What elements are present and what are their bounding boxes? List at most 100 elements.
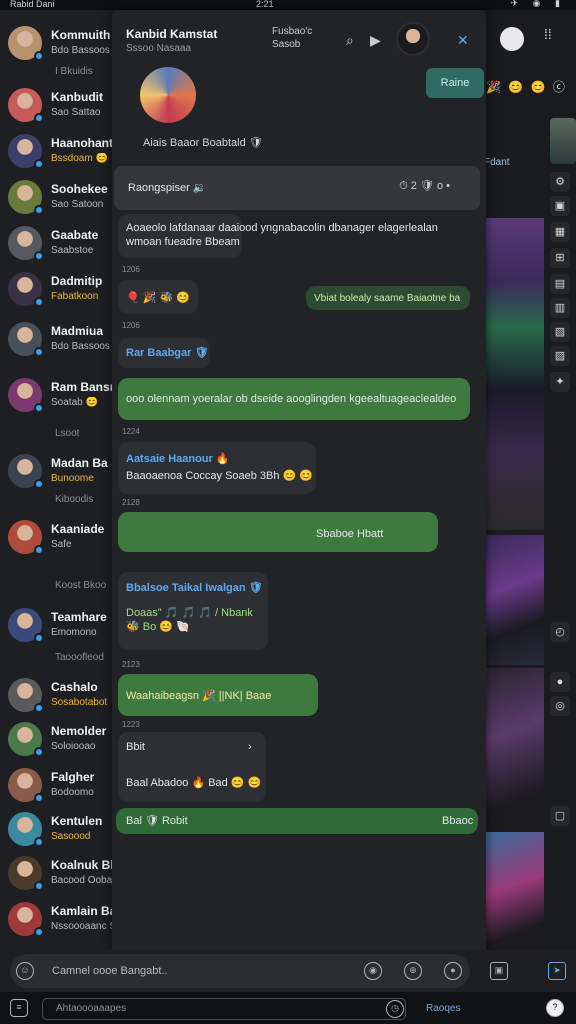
online-badge-icon	[34, 479, 44, 489]
avatar	[8, 88, 44, 123]
side-frame-icon[interactable]: ▨	[550, 346, 570, 366]
close-icon[interactable]: ✕	[457, 32, 469, 49]
chevron-right-icon[interactable]: ›	[248, 740, 252, 754]
header-avatar[interactable]	[396, 22, 430, 56]
status-carrier: Rabid Dani	[10, 0, 55, 9]
menu-icon[interactable]: ≡	[10, 999, 28, 1017]
section-label: Koost Bkoo	[55, 580, 107, 591]
chat-preview: Soloiooao	[51, 741, 96, 752]
message-time: 1223	[122, 720, 140, 729]
chat-list-item[interactable]: Kommuith Bdo Bassoos	[0, 22, 118, 66]
chat-list-item[interactable]: Kanbudit Sao Sattao	[0, 84, 118, 128]
chat-list-item[interactable]: Falgher Bodoomo	[0, 764, 118, 808]
chat-list-item[interactable]: Dadmitip Fabatkoon	[0, 268, 118, 312]
message-extra: Bbaoc	[442, 815, 474, 827]
help-icon[interactable]: ?	[546, 999, 564, 1017]
section-label: Kiboodis	[55, 494, 94, 505]
avatar	[8, 134, 44, 169]
side-picture-icon[interactable]: ▤	[550, 274, 570, 294]
message-text: Baaoaenoa Coccay Soaeb 3Bh 😊 😊	[126, 470, 314, 482]
section-label: Taooofleod	[55, 652, 104, 663]
attach-icon[interactable]: ⊕	[404, 962, 422, 980]
chat-preview: Bacood Oobabo	[51, 875, 118, 886]
avatar	[8, 520, 44, 555]
online-badge-icon	[34, 51, 44, 61]
chat-list-item[interactable]: Kamlain Banbinoos Nssoooaanc Sseoao Dtata…	[0, 898, 118, 942]
emoji-icon[interactable]: ☺	[16, 962, 34, 980]
message-sender: Aatsaie Haanour 🔥	[126, 453, 230, 465]
group-avatar[interactable]	[140, 67, 196, 123]
message-bubble[interactable]	[118, 442, 316, 494]
online-badge-icon	[34, 927, 44, 937]
message-sender: Bbalsoe Taikal Iwalgan 🛡	[126, 582, 263, 594]
online-badge-icon	[34, 793, 44, 803]
online-badge-icon	[34, 837, 44, 847]
side-circle-icon[interactable]: ◎	[550, 696, 570, 716]
camera-icon[interactable]: ◉	[364, 962, 382, 980]
online-badge-icon	[34, 881, 44, 891]
side-box-icon[interactable]: ▢	[550, 806, 570, 826]
chat-list-item[interactable]: Ram Bansr Soatab 😊	[0, 374, 118, 418]
side-dot-icon[interactable]: ●	[550, 672, 570, 692]
chat-name: Kommuith	[51, 28, 111, 42]
avatar	[8, 322, 44, 357]
avatar	[8, 856, 44, 891]
join-button[interactable]: Raine	[426, 68, 484, 98]
side-square-icon[interactable]: ▣	[550, 196, 570, 216]
side-photo-icon[interactable]: ▥	[550, 298, 570, 318]
side-apps-icon[interactable]: ⊞	[550, 248, 570, 268]
chat-preview: Saabstoe	[51, 245, 94, 256]
chat-list-item[interactable]: Kaaniade Safe	[0, 516, 118, 560]
status-bar: Rabid Dani 2:21 ✈ ◉ ▮	[0, 0, 576, 10]
side-thumb-icon[interactable]	[550, 118, 576, 164]
message-text: Aoaeolo lafdanaar daaiood yngnabacolin d…	[126, 222, 438, 248]
chat-list-item[interactable]: Teamhare Emomono	[0, 604, 118, 648]
side-clock-icon[interactable]: ◴	[550, 622, 570, 642]
mic-icon[interactable]: ●	[444, 962, 462, 980]
online-badge-icon	[34, 159, 44, 169]
side-gear-icon[interactable]: ⚙	[550, 172, 570, 192]
online-badge-icon	[34, 251, 44, 261]
pinned-stats: ⏱ 2 🛡 o •	[399, 180, 450, 192]
chat-preview: Soatab 😊	[51, 397, 98, 408]
pinned-message[interactable]: Raongspiser 🔉 ⏱ 2 🛡 o •	[114, 166, 480, 210]
chat-preview: Sasoood	[51, 831, 91, 842]
message-time: 1224	[122, 427, 140, 436]
clock-icon[interactable]: ◷	[386, 1000, 404, 1018]
chat-list-item[interactable]: Haanohant Bssdoam 😊	[0, 130, 118, 174]
side-grid-icon[interactable]: ▦	[550, 222, 570, 242]
send-icon[interactable]: ➤	[548, 962, 566, 980]
profile-icon[interactable]	[500, 27, 524, 51]
chat-list-item[interactable]: Koalnuk Bkarte Bacood Oobabo	[0, 852, 118, 896]
bottom-action[interactable]: Raoqes	[426, 1003, 460, 1014]
chat-list-item[interactable]: Gaabate Saabstoe	[0, 222, 118, 266]
members-info[interactable]: Fusbao'c Sasob	[272, 25, 312, 51]
message-text: 🎈 🎉 🐝 😊	[126, 292, 190, 304]
message-bubble[interactable]	[118, 512, 438, 552]
chat-name: Kanbudit	[51, 90, 103, 104]
reaction-strip: 🎉 😊 😊 ⓒ	[486, 80, 567, 94]
search-icon[interactable]: ⌕	[346, 32, 354, 49]
message-text: Vbiat bolealy saame Baiaotne ba	[314, 293, 461, 304]
avatar	[8, 608, 44, 643]
video-icon[interactable]: ▶	[370, 32, 381, 49]
avatar	[8, 678, 44, 713]
chat-list-item[interactable]: Madmiua Bdo Bassoos	[0, 318, 118, 362]
chat-title: Kanbid Kamstat	[126, 27, 218, 41]
side-star-icon[interactable]: ✦	[550, 372, 570, 392]
avatar	[8, 26, 44, 61]
chat-list-item[interactable]: Soohekee Sao Satoon	[0, 176, 118, 220]
chat-list-item[interactable]: Cashalo Sosabotabot	[0, 674, 118, 718]
online-badge-icon	[34, 297, 44, 307]
status-time: 2:21	[256, 0, 274, 9]
chat-list-item[interactable]: Nemolder Soloiooao	[0, 718, 118, 762]
chat-name: Ram Bansr	[51, 380, 115, 394]
chat-list-item[interactable]: Madan Ba Bunoome	[0, 450, 118, 494]
gift-icon[interactable]: ▣	[490, 962, 508, 980]
room-link[interactable]: Fdant	[484, 157, 510, 168]
more-icon[interactable]: ⁞⁞	[544, 26, 552, 42]
side-doc-icon[interactable]: ▧	[550, 322, 570, 342]
chat-name: Falgher	[51, 770, 95, 784]
online-badge-icon	[34, 747, 44, 757]
chat-list-item[interactable]: Kentulen Sasoood	[0, 808, 118, 852]
